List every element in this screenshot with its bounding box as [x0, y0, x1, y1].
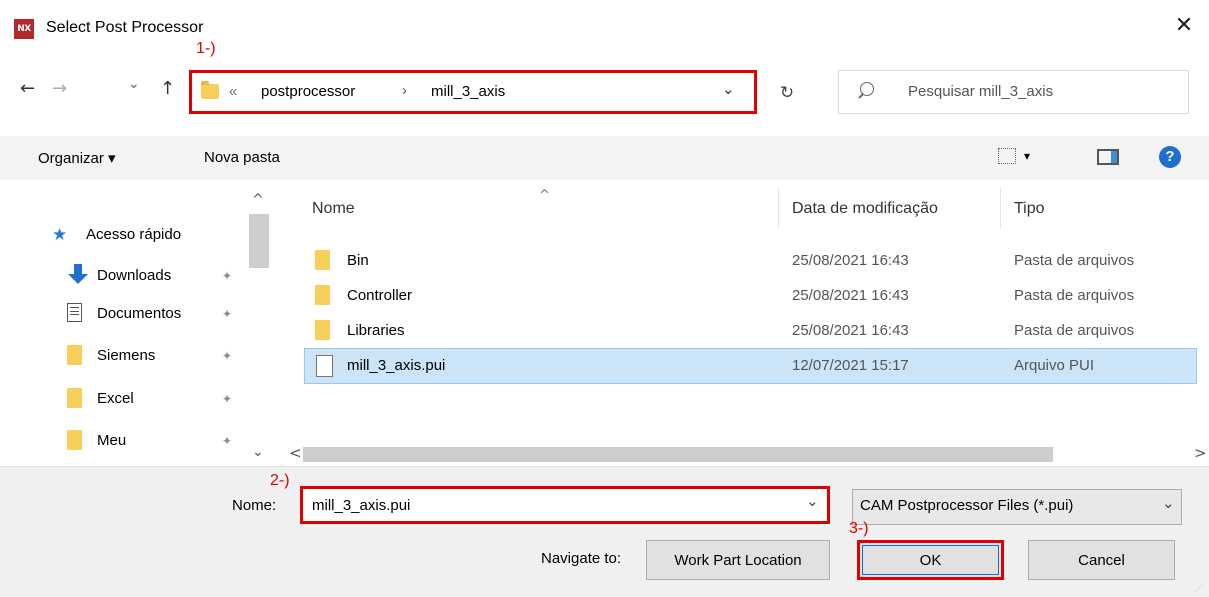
file-type: Pasta de arquivos: [1014, 322, 1135, 339]
sidebar-item-meu[interactable]: Meu: [97, 432, 126, 449]
up-arrow-icon[interactable]: ↑: [160, 78, 175, 99]
file-type: Arquivo PUI: [1014, 357, 1095, 374]
address-dropdown-chevron-icon[interactable]: ⌄: [722, 80, 735, 98]
ok-button[interactable]: OK: [862, 545, 999, 575]
file-type: Pasta de arquivos: [1014, 252, 1135, 269]
file-type-dropdown-icon[interactable]: ⌄: [1162, 494, 1175, 512]
organize-menu-button[interactable]: Organizar ▾: [38, 149, 116, 167]
cancel-button[interactable]: Cancel: [1028, 540, 1175, 580]
resize-grip-icon[interactable]: ⋰: [1195, 584, 1205, 594]
file-name[interactable]: mill_3_axis.pui: [347, 357, 445, 374]
sidebar-item-siemens[interactable]: Siemens: [97, 347, 155, 364]
file-list-scroll-thumb[interactable]: [303, 447, 1053, 462]
filename-dropdown-icon[interactable]: ⌄: [806, 492, 819, 510]
back-arrow-icon[interactable]: ←: [20, 78, 35, 99]
file-type: Pasta de arquivos: [1014, 287, 1135, 304]
breadcrumb-overflow-icon[interactable]: «: [229, 83, 237, 100]
file-date: 25/08/2021 16:43: [792, 287, 909, 304]
view-dropdown-icon[interactable]: ▾: [1024, 149, 1030, 163]
window-title: Select Post Processor: [46, 19, 204, 36]
step-2-annotation: 2-): [270, 472, 290, 489]
pin-icon[interactable]: ✦: [222, 434, 232, 448]
pin-icon[interactable]: ✦: [222, 392, 232, 406]
scroll-right-icon[interactable]: >: [1194, 444, 1207, 462]
navigate-to-label: Navigate to:: [541, 550, 622, 567]
column-header-date[interactable]: Data de modificação: [792, 200, 938, 218]
scroll-up-icon[interactable]: ^: [252, 192, 264, 208]
folder-icon: [315, 285, 330, 305]
view-options-icon[interactable]: [998, 148, 1016, 164]
work-part-location-button[interactable]: Work Part Location: [646, 540, 830, 580]
pin-icon[interactable]: ✦: [222, 269, 232, 283]
refresh-icon[interactable]: ↻: [766, 73, 808, 113]
new-folder-button[interactable]: Nova pasta: [204, 149, 280, 166]
nx-app-icon: NX: [14, 19, 34, 39]
sidebar-item-downloads[interactable]: Downloads: [97, 267, 171, 284]
file-name[interactable]: Controller: [347, 287, 412, 304]
preview-pane-icon[interactable]: [1097, 149, 1119, 165]
file-type-filter-value: CAM Postprocessor Files (*.pui): [860, 497, 1074, 514]
breadcrumb-mill-3-axis[interactable]: mill_3_axis: [431, 83, 505, 100]
column-divider[interactable]: [1000, 188, 1001, 228]
column-header-name[interactable]: Nome: [312, 200, 355, 218]
folder-icon: [67, 430, 82, 450]
sidebar-item-excel[interactable]: Excel: [97, 390, 134, 407]
sort-ascending-icon: ^: [539, 188, 550, 203]
quick-access-star-icon: ★: [52, 225, 68, 244]
scroll-left-icon[interactable]: <: [289, 444, 302, 462]
breadcrumb-postprocessor[interactable]: postprocessor: [261, 83, 355, 100]
scroll-down-icon[interactable]: ⌄: [252, 444, 264, 460]
folder-icon: [315, 250, 330, 270]
help-icon[interactable]: ?: [1159, 146, 1181, 168]
sidebar-scroll-thumb[interactable]: [249, 214, 269, 268]
pin-icon[interactable]: ✦: [222, 307, 232, 321]
search-input[interactable]: Pesquisar mill_3_axis: [908, 83, 1053, 100]
sidebar-item-documentos[interactable]: Documentos: [97, 305, 181, 322]
pin-icon[interactable]: ✦: [222, 349, 232, 363]
download-arrow-icon: [66, 264, 90, 288]
filename-input[interactable]: mill_3_axis.pui: [312, 497, 410, 514]
file-icon: [316, 355, 333, 377]
step-1-annotation: 1-): [196, 40, 216, 57]
sidebar-item-quick-access[interactable]: Acesso rápido: [86, 226, 181, 243]
close-icon[interactable]: ✕: [1172, 14, 1196, 38]
forward-arrow-icon[interactable]: →: [52, 78, 67, 99]
file-date: 12/07/2021 15:17: [792, 357, 909, 374]
documents-icon: [67, 303, 82, 322]
folder-icon: [201, 81, 219, 99]
file-date: 25/08/2021 16:43: [792, 252, 909, 269]
filename-label: Nome:: [232, 497, 277, 514]
column-header-type[interactable]: Tipo: [1014, 200, 1045, 218]
folder-icon: [315, 320, 330, 340]
column-divider[interactable]: [778, 188, 779, 228]
navigation-pane: [0, 180, 276, 465]
file-name[interactable]: Libraries: [347, 322, 405, 339]
folder-icon: [67, 388, 82, 408]
file-date: 25/08/2021 16:43: [792, 322, 909, 339]
folder-icon: [67, 345, 82, 365]
recent-locations-chevron-icon[interactable]: ⌄: [128, 76, 140, 92]
breadcrumb-separator-icon[interactable]: ›: [402, 82, 407, 99]
file-name[interactable]: Bin: [347, 252, 369, 269]
step-3-annotation: 3-): [849, 520, 869, 537]
